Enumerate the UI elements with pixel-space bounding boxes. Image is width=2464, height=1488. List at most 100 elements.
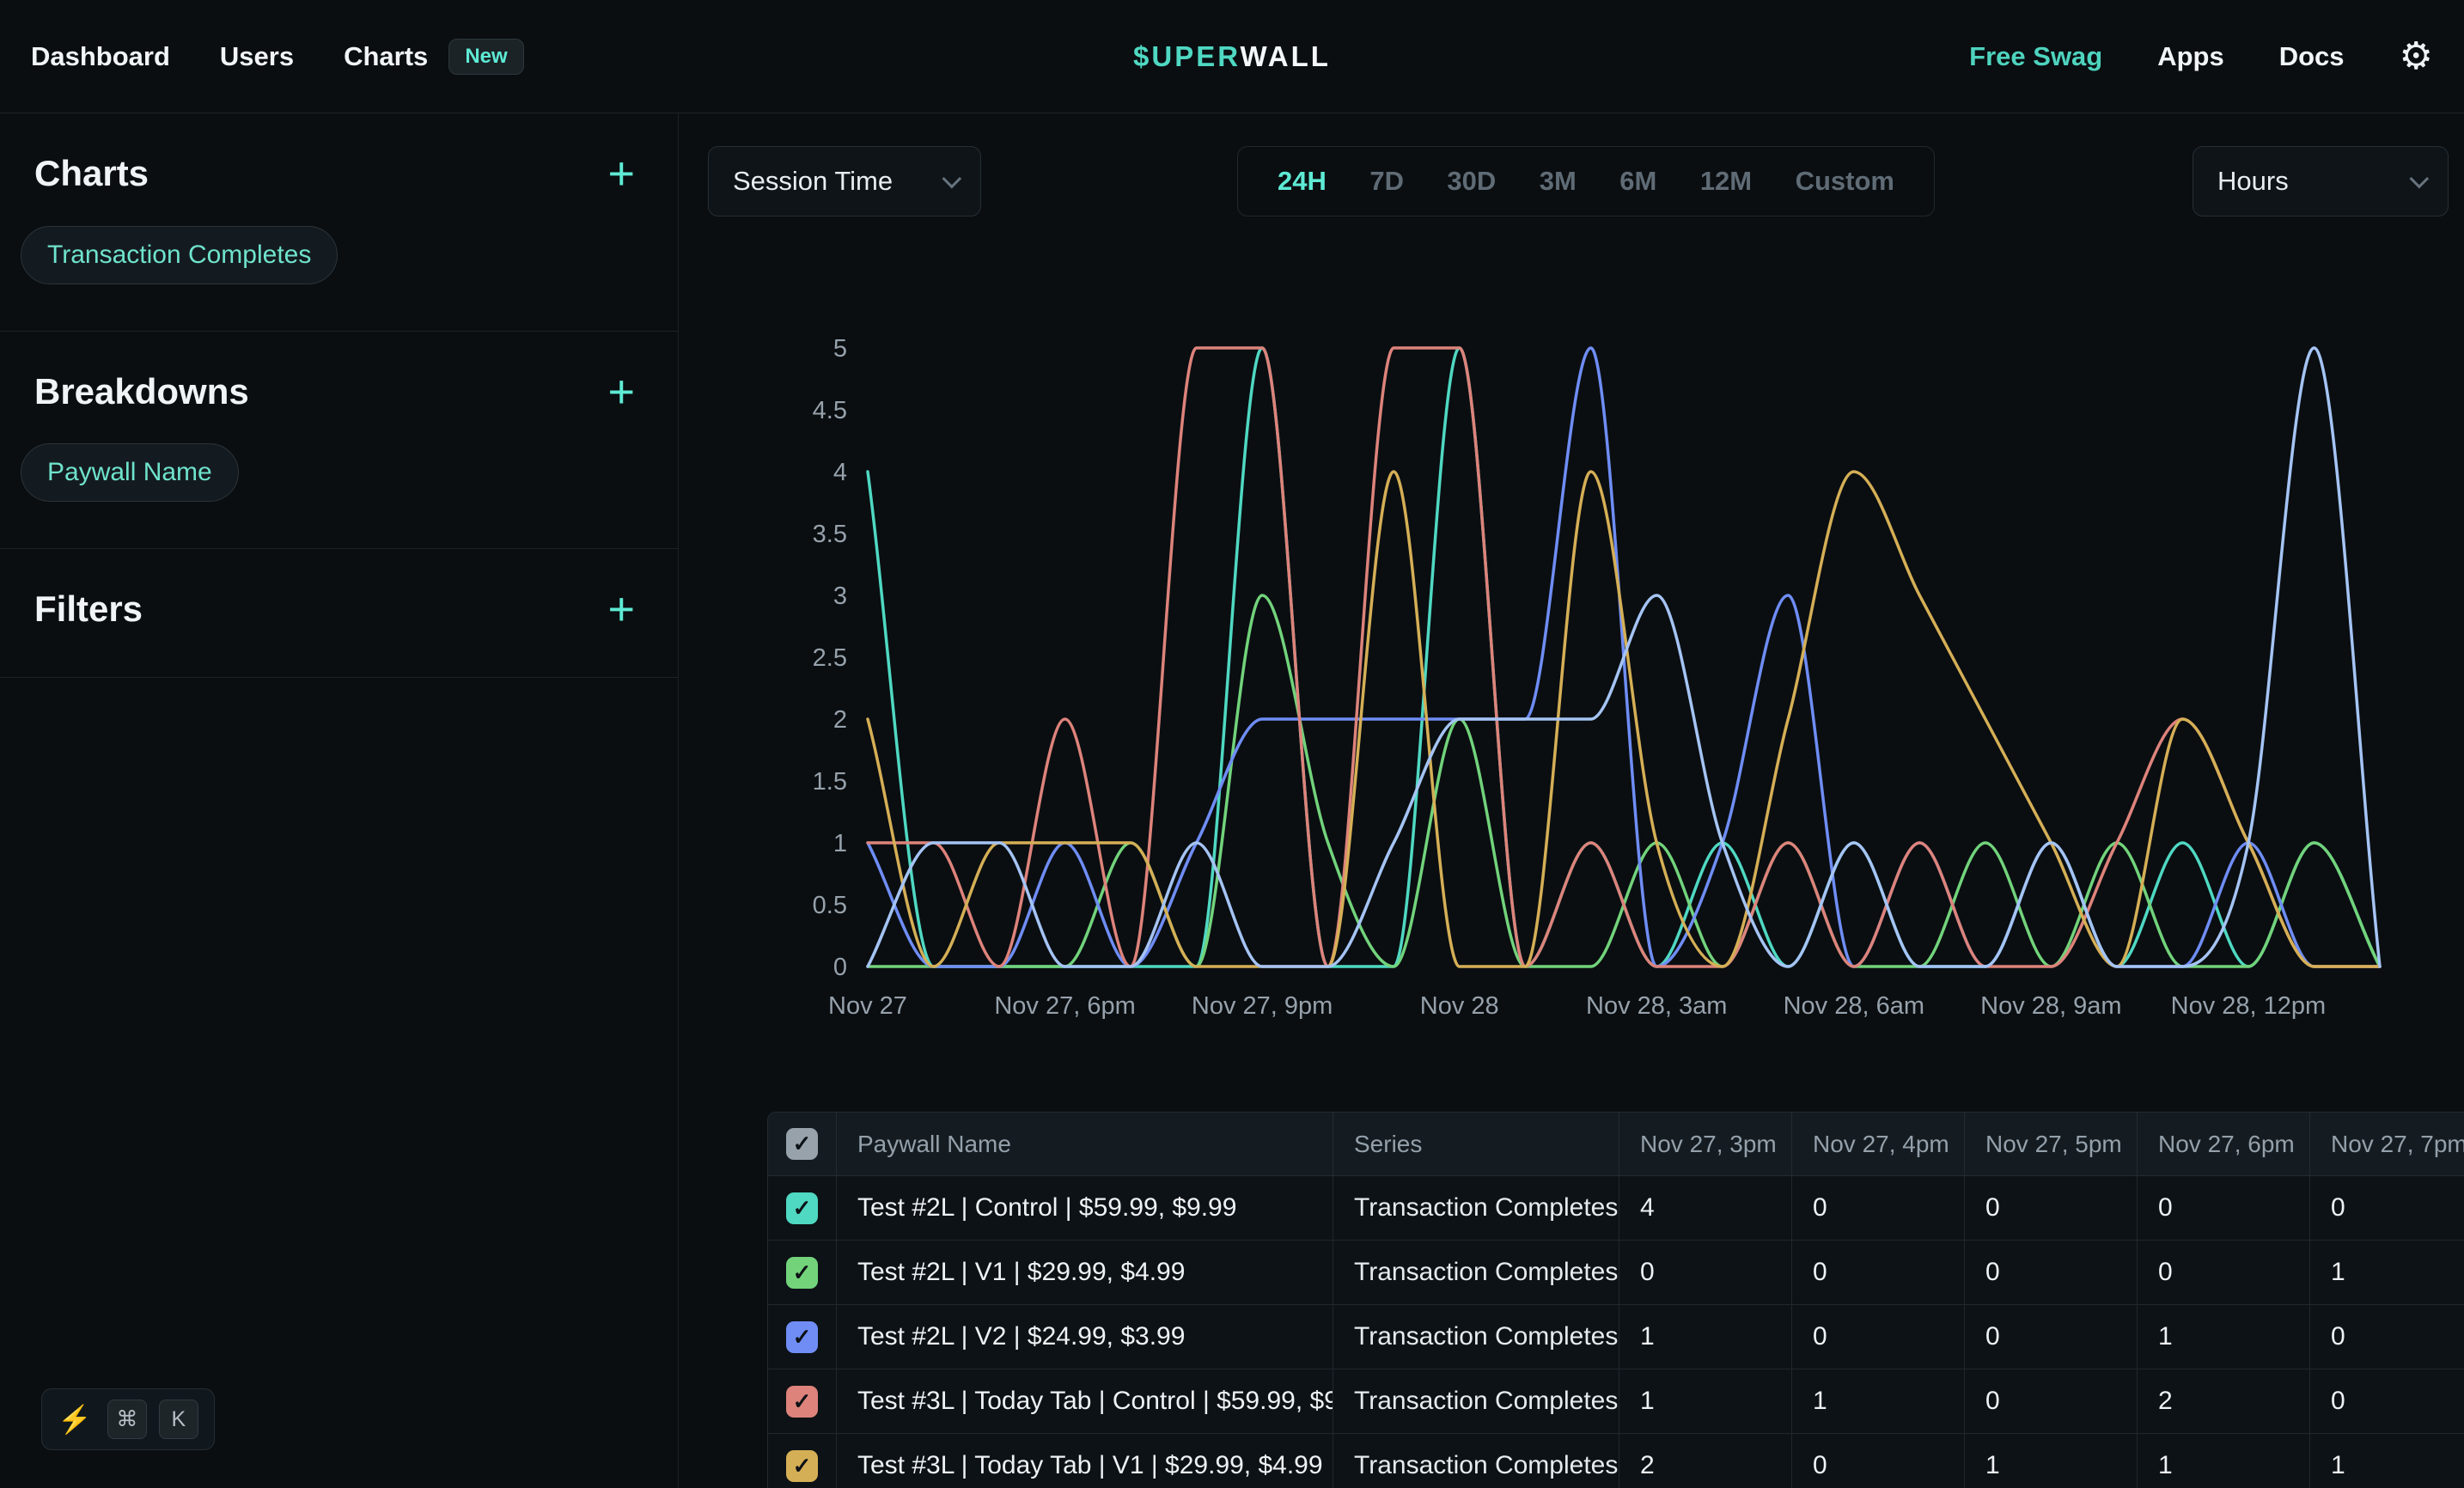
range-tab-custom[interactable]: Custom bbox=[1796, 166, 1894, 197]
row-checkbox[interactable]: ✓ bbox=[786, 1192, 818, 1224]
transaction-completes-line-chart: 00.511.522.533.544.55Nov 27Nov 27, 6pmNo… bbox=[739, 309, 2423, 1040]
y-axis-tick: 4 bbox=[833, 459, 847, 486]
x-axis-tick: Nov 28, 3am bbox=[1586, 992, 1727, 1020]
row-checkbox-cell: ✓ bbox=[768, 1176, 837, 1241]
x-axis-tick: Nov 27 bbox=[828, 992, 907, 1020]
x-axis-tick: Nov 27, 6pm bbox=[994, 992, 1135, 1020]
y-axis-tick: 2 bbox=[833, 706, 847, 734]
time-range-tabs: 24H 7D 30D 3M 6M 12M Custom bbox=[1237, 146, 1935, 216]
column-header-nov-27-3pm: Nov 27, 3pm bbox=[1619, 1113, 1792, 1176]
sidebar-section-breakdowns: Breakdowns+ Paywall Name bbox=[0, 332, 678, 550]
metric-select[interactable]: Session Time bbox=[708, 146, 981, 216]
y-axis-tick: 3 bbox=[833, 582, 847, 610]
sidebar-section-charts: Charts + Transaction Completes bbox=[0, 113, 678, 332]
add-filters-button[interactable]: + bbox=[599, 588, 643, 631]
chip-paywall-name[interactable]: Paywall Name bbox=[21, 443, 239, 502]
range-tab-30d[interactable]: 30D bbox=[1447, 166, 1496, 197]
value-cell: 0 bbox=[1792, 1241, 1965, 1305]
x-axis-tick: Nov 28, 9am bbox=[1980, 992, 2121, 1020]
value-cell: 4 bbox=[1619, 1176, 1792, 1241]
lightning-icon: ⚡ bbox=[58, 1406, 92, 1433]
range-tab-3m[interactable]: 3M bbox=[1540, 166, 1577, 197]
y-axis-tick: 2.5 bbox=[813, 644, 847, 672]
value-cell: 0 bbox=[1619, 1241, 1792, 1305]
y-axis-tick: 1 bbox=[833, 830, 847, 857]
unit-select-value: Hours bbox=[2217, 166, 2289, 197]
metric-select-value: Session Time bbox=[733, 166, 893, 197]
row-checkbox[interactable]: ✓ bbox=[786, 1386, 818, 1418]
value-cell: 0 bbox=[2310, 1305, 2464, 1369]
value-cell: 0 bbox=[1792, 1305, 1965, 1369]
value-cell: 0 bbox=[2310, 1176, 2464, 1241]
unit-select[interactable]: Hours bbox=[2193, 146, 2449, 216]
chip-row: Paywall Name bbox=[21, 443, 643, 502]
chevron-down-icon bbox=[942, 169, 962, 189]
row-checkbox-cell: ✓ bbox=[768, 1305, 837, 1369]
value-cell: 0 bbox=[1965, 1305, 2138, 1369]
row-checkbox[interactable]: ✓ bbox=[786, 1321, 818, 1353]
select-all-checkbox[interactable]: ✓ bbox=[786, 1128, 818, 1160]
value-cell: 1 bbox=[2138, 1305, 2310, 1369]
paywall-name-cell: Test #2L | Control | $59.99, $9.99 bbox=[837, 1176, 1333, 1241]
keycap-k: K bbox=[159, 1400, 198, 1439]
row-checkbox-cell: ✓ bbox=[768, 1434, 837, 1488]
nav-item-label: Dashboard bbox=[31, 41, 170, 72]
value-cell: 1 bbox=[2310, 1434, 2464, 1488]
column-header-nov-27-4pm: Nov 27, 4pm bbox=[1792, 1113, 1965, 1176]
paywall-name-cell: Test #3L | Today Tab | Control | $59.99,… bbox=[837, 1369, 1333, 1434]
column-header-series: Series bbox=[1333, 1113, 1619, 1176]
new-badge: New bbox=[448, 39, 523, 75]
gear-icon[interactable]: ⚙ bbox=[2400, 38, 2433, 76]
logo-teal-part: $UPER bbox=[1133, 40, 1240, 72]
column-header-nov-27-5pm: Nov 27, 5pm bbox=[1965, 1113, 2138, 1176]
row-checkbox[interactable]: ✓ bbox=[786, 1450, 818, 1482]
chevron-down-icon bbox=[2410, 169, 2430, 189]
nav-item-apps[interactable]: Apps bbox=[2157, 41, 2224, 72]
value-cell: 1 bbox=[1965, 1434, 2138, 1488]
paywall-name-cell: Test #2L | V1 | $29.99, $4.99 bbox=[837, 1241, 1333, 1305]
value-cell: 0 bbox=[1965, 1176, 2138, 1241]
value-cell: 0 bbox=[2138, 1241, 2310, 1305]
value-cell: 1 bbox=[2310, 1241, 2464, 1305]
nav-item-label: Users bbox=[220, 41, 294, 72]
nav-left: Dashboard Users ChartsNew bbox=[31, 39, 524, 75]
x-axis-tick: Nov 28, 6am bbox=[1784, 992, 1924, 1020]
nav-item-users[interactable]: Users bbox=[220, 41, 294, 72]
section-title-charts: Charts bbox=[34, 153, 149, 194]
value-cell: 0 bbox=[1792, 1176, 1965, 1241]
value-cell: 1 bbox=[1619, 1369, 1792, 1434]
sidebar: Charts + Transaction Completes Breakdowns+ P… bbox=[0, 113, 679, 1488]
section-head: Breakdowns+ bbox=[34, 371, 643, 413]
row-checkbox-cell: ✓ bbox=[768, 1369, 837, 1434]
sidebar-section-filters: Filters + bbox=[0, 549, 678, 678]
keycap-cmd: ⌘ bbox=[107, 1400, 147, 1439]
value-cell: 0 bbox=[2138, 1176, 2310, 1241]
chart-area: 00.511.522.533.544.55Nov 27Nov 27, 6pmNo… bbox=[739, 309, 2423, 1040]
row-checkbox-cell: ✓ bbox=[768, 1241, 837, 1305]
add-charts-button[interactable]: + bbox=[599, 153, 643, 195]
nav-item-free-swag[interactable]: Free Swag bbox=[1969, 41, 2102, 72]
column-header-paywall-name: Paywall Name bbox=[837, 1113, 1333, 1176]
chip-transaction-completes[interactable]: Transaction Completes bbox=[21, 226, 338, 284]
paywall-name-cell: Test #3L | Today Tab | V1 | $29.99, $4.9… bbox=[837, 1434, 1333, 1488]
nav-item-docs[interactable]: Docs bbox=[2279, 41, 2345, 72]
nav-right: Free Swag Apps Docs ⚙ bbox=[1969, 38, 2433, 76]
range-tab-24h[interactable]: 24H bbox=[1278, 166, 1327, 197]
row-checkbox[interactable]: ✓ bbox=[786, 1257, 818, 1289]
range-tab-6m[interactable]: 6M bbox=[1619, 166, 1656, 197]
y-axis-tick: 1.5 bbox=[813, 768, 847, 796]
add-breakdowns-button[interactable]: + bbox=[599, 371, 643, 413]
value-cell: 0 bbox=[1792, 1434, 1965, 1488]
top-nav: DashboardUsersChartsNew $UPERWALL Free S… bbox=[0, 0, 2464, 113]
value-cell: 2 bbox=[2138, 1369, 2310, 1434]
paywall-name-cell: Test #2L | V2 | $24.99, $3.99 bbox=[837, 1305, 1333, 1369]
range-tab-12m[interactable]: 12M bbox=[1700, 166, 1752, 197]
section-title-filters: Filters bbox=[34, 588, 143, 630]
breakdown-table: ✓ Paywall NameSeriesNov 27, 3pmNov 27, 4p… bbox=[767, 1112, 2464, 1488]
y-axis-tick: 5 bbox=[833, 335, 847, 363]
chip-row: Transaction Completes bbox=[21, 226, 643, 284]
nav-item-dashboard[interactable]: Dashboard bbox=[31, 41, 170, 72]
range-tab-7d[interactable]: 7D bbox=[1369, 166, 1404, 197]
x-axis-tick: Nov 27, 9pm bbox=[1192, 992, 1333, 1020]
nav-item-charts[interactable]: ChartsNew bbox=[344, 39, 524, 75]
